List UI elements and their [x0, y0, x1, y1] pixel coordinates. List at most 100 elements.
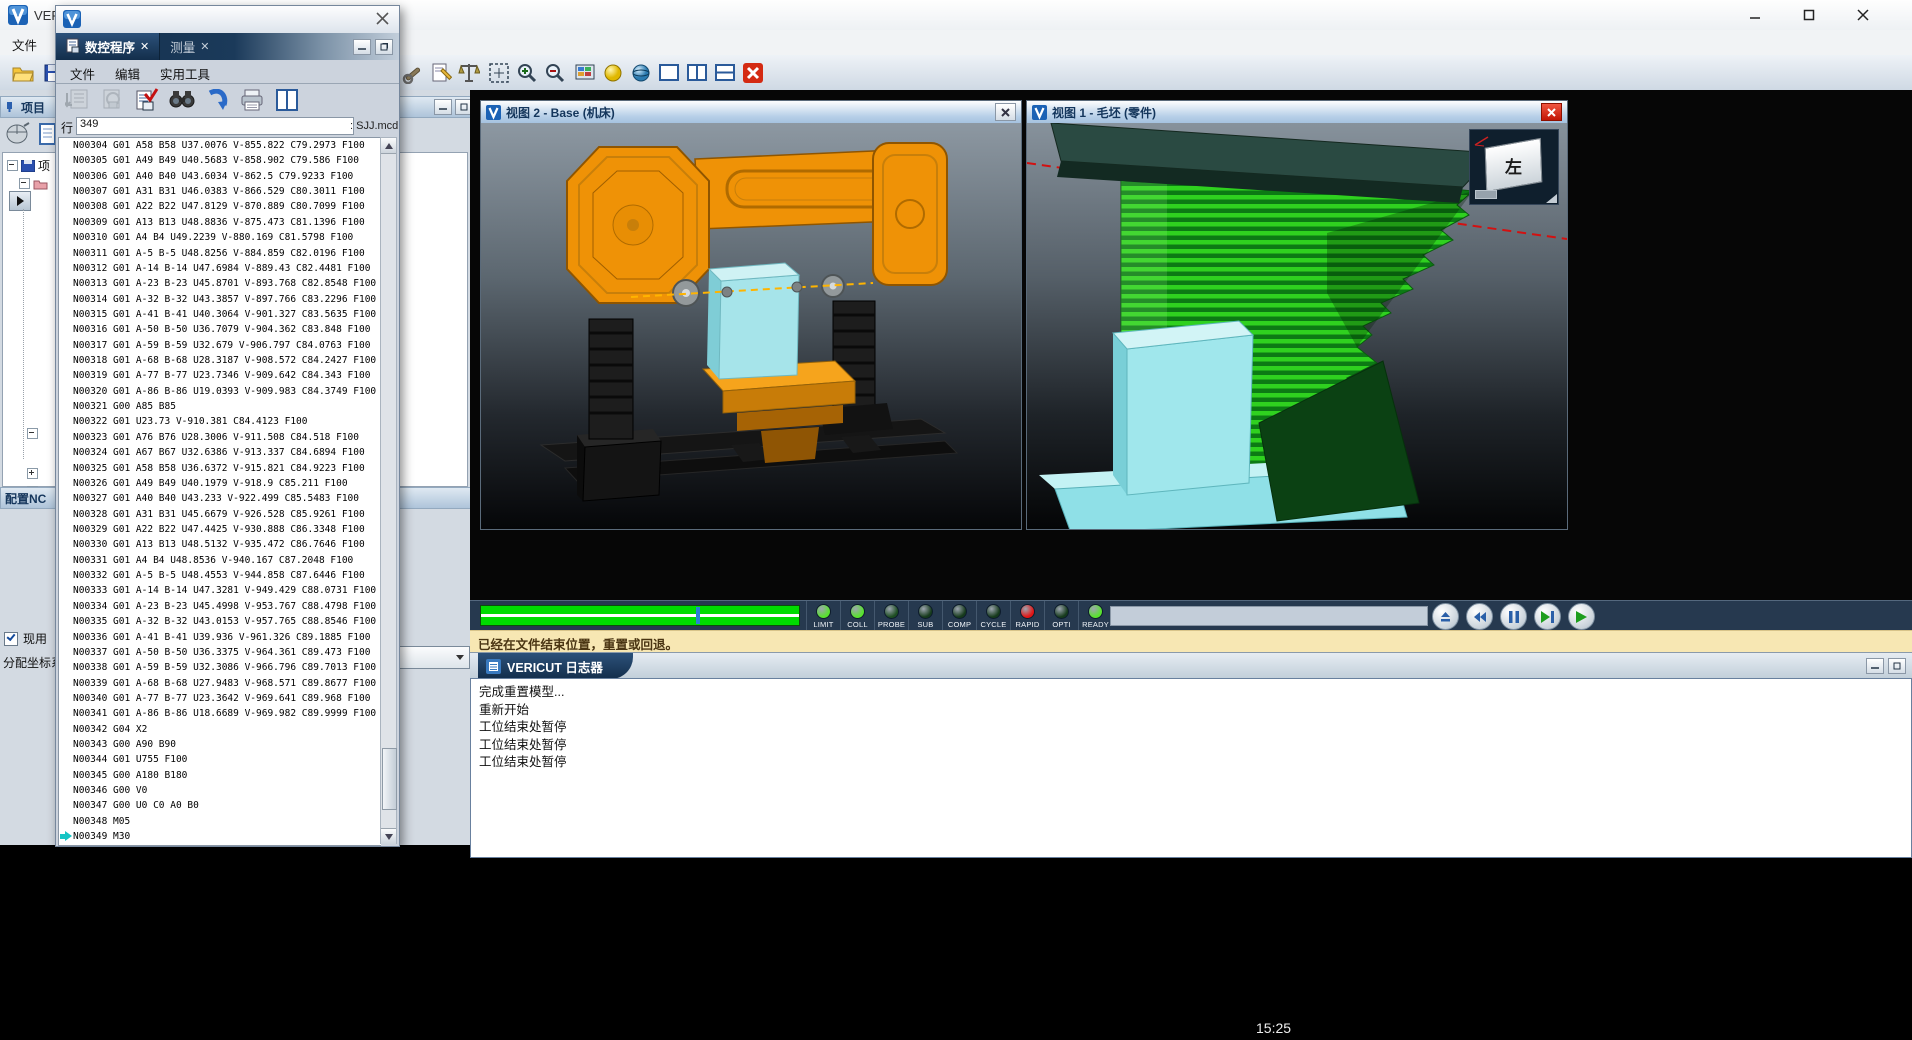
refine-display-icon[interactable] [572, 60, 597, 85]
nc-code-line[interactable]: N00328 G01 A31 B31 U45.6679 V-926.528 C8… [59, 507, 381, 522]
simulation-progress-bar[interactable] [480, 605, 800, 626]
view2-close-icon[interactable] [995, 103, 1016, 121]
scroll-up-icon[interactable] [381, 138, 396, 154]
view1-3d-scene[interactable]: 左 [1027, 123, 1567, 529]
nc-code-line[interactable]: N00342 G04 X2 [59, 722, 381, 737]
nc-code-line[interactable]: N00341 G01 A-86 B-86 U18.6689 V-969.982 … [59, 706, 381, 721]
logger-tab[interactable]: VERICUT 日志器 [478, 653, 633, 679]
nc-code-line[interactable]: N00349 M30 [59, 829, 381, 844]
menu-item[interactable]: 文件 [4, 34, 45, 55]
nc-menu-item[interactable]: 实用工具 [152, 63, 218, 84]
nc-code-line[interactable]: N00323 G01 A76 B76 U28.3006 V-911.508 C8… [59, 430, 381, 445]
nc-code-line[interactable]: N00332 G01 A-5 B-5 U48.4553 V-944.858 C8… [59, 568, 381, 583]
view2-3d-scene[interactable] [481, 123, 1021, 529]
nc-code-line[interactable]: N00312 G01 A-14 B-14 U47.6984 V-889.43 C… [59, 261, 381, 276]
tree-node-collapsed-1[interactable] [27, 425, 38, 442]
view1-titlebar[interactable]: 视图 1 - 毛坯 (零件) [1027, 101, 1567, 123]
nc-code-line[interactable]: N00309 G01 A13 B13 U48.8836 V-875.473 C8… [59, 215, 381, 230]
scrollbar-thumb[interactable] [382, 748, 397, 810]
mouse-mode-icon[interactable] [4, 122, 30, 151]
progress-marker[interactable] [696, 607, 700, 624]
nc-code-line[interactable]: N00344 G01 U755 F100 [59, 752, 381, 767]
tools-icon[interactable] [400, 60, 425, 85]
view1-close-icon[interactable] [1541, 103, 1562, 121]
collapse-icon[interactable] [19, 178, 30, 189]
zoom-in-icon[interactable] [514, 60, 539, 85]
nc-float-icon[interactable] [375, 39, 393, 55]
tab-close-icon[interactable] [140, 40, 149, 53]
tab-close-icon[interactable] [200, 40, 209, 53]
cube-face[interactable]: 左 [1485, 138, 1543, 192]
undo-icon[interactable] [204, 87, 230, 113]
nc-window-close-icon[interactable] [376, 12, 389, 30]
check-nc-icon[interactable] [134, 87, 160, 113]
nc-code-line[interactable]: N00338 G01 A-59 B-59 U32.3086 V-966.796 … [59, 660, 381, 675]
nc-code-line[interactable]: N00324 G01 A67 B67 U32.6386 V-913.337 C8… [59, 445, 381, 460]
collapse-icon[interactable] [7, 160, 18, 171]
goto-line-icon[interactable] [64, 87, 90, 113]
nc-code-line[interactable]: N00320 G01 A-86 B-86 U19.0393 V-909.983 … [59, 384, 381, 399]
nc-code-line[interactable]: N00315 G01 A-41 B-41 U40.3064 V-901.327 … [59, 307, 381, 322]
nc-code-line[interactable]: N00318 G01 A-68 B-68 U28.3187 V-908.572 … [59, 353, 381, 368]
single-view-icon[interactable] [656, 60, 681, 85]
nc-command-input[interactable] [1110, 606, 1428, 626]
logger-minimize-icon[interactable] [1866, 658, 1884, 674]
led-button[interactable]: COMP [942, 601, 976, 631]
orientation-cube[interactable]: 左 [1469, 129, 1559, 205]
nc-code-line[interactable]: N00346 G00 V0 [59, 783, 381, 798]
led-button[interactable]: RAPID [1010, 601, 1044, 631]
nc-code-line[interactable]: N00333 G01 A-14 B-14 U47.3281 V-949.429 … [59, 583, 381, 598]
measure-icon[interactable] [456, 60, 481, 85]
led-button[interactable]: OPTI [1044, 601, 1078, 631]
zoom-out-icon[interactable] [542, 60, 567, 85]
tree-play-button[interactable] [9, 191, 31, 211]
nc-minimize-icon[interactable] [353, 39, 371, 55]
nc-code-line[interactable]: N00330 G01 A13 B13 U48.5132 V-935.472 C8… [59, 537, 381, 552]
code-scrollbar[interactable] [380, 137, 397, 844]
nc-code-line[interactable]: N00314 G01 A-32 B-32 U43.3857 V-897.766 … [59, 292, 381, 307]
search-nc-icon[interactable] [99, 87, 125, 113]
logger-float-icon[interactable] [1888, 658, 1906, 674]
led-button[interactable]: READY [1078, 601, 1112, 631]
reset-button[interactable] [1432, 603, 1459, 630]
led-button[interactable]: PROBE [874, 601, 908, 631]
led-button[interactable]: CYCLE [976, 601, 1010, 631]
nc-code-line[interactable]: N00308 G01 A22 B22 U47.8129 V-870.889 C8… [59, 199, 381, 214]
nc-code-line[interactable]: N00307 G01 A31 B31 U46.0383 V-866.529 C8… [59, 184, 381, 199]
panel-minimize-icon[interactable] [434, 99, 452, 115]
nc-code-line[interactable]: N00306 G01 A40 B40 U43.6034 V-862.5 C79.… [59, 169, 381, 184]
pause-button[interactable] [1500, 603, 1527, 630]
split-horizontal-icon[interactable] [712, 60, 737, 85]
nc-code-line[interactable]: N00327 G01 A40 B40 U43.233 V-922.499 C85… [59, 491, 381, 506]
nc-code-line[interactable]: N00348 M05 [59, 814, 381, 829]
nc-window-titlebar[interactable] [56, 6, 399, 34]
logger-content[interactable]: 完成重置模型...重新开始工位结束处暂停工位结束处暂停工位结束处暂停 [470, 678, 1912, 858]
nc-code-line[interactable]: N00311 G01 A-5 B-5 U48.8256 V-884.859 C8… [59, 246, 381, 261]
nc-code-line[interactable]: N00317 G01 A-59 B-59 U32.679 V-906.797 C… [59, 338, 381, 353]
nc-code-line[interactable]: N00336 G01 A-41 B-41 U39.936 V-961.326 C… [59, 630, 381, 645]
compare-columns-icon[interactable] [274, 87, 300, 113]
nc-code-line[interactable]: N00321 G00 A85 B85 [59, 399, 381, 414]
zoom-window-icon[interactable] [486, 60, 511, 85]
nc-code-line[interactable]: N00337 G01 A-50 B-50 U36.3375 V-964.361 … [59, 645, 381, 660]
nc-code-line[interactable]: N00326 G01 A49 B49 U40.1979 V-918.9 C85.… [59, 476, 381, 491]
edit-program-icon[interactable] [428, 60, 453, 85]
nc-window-tab[interactable]: 数控程序 [56, 33, 160, 60]
nc-code-line[interactable]: N00339 G01 A-68 B-68 U27.9483 V-968.571 … [59, 676, 381, 691]
nc-code-line[interactable]: N00310 G01 A4 B4 U49.2239 V-880.169 C81.… [59, 230, 381, 245]
led-button[interactable]: COLL [840, 601, 874, 631]
dynamic-rotate-icon[interactable] [628, 60, 653, 85]
nc-code-line[interactable]: N00347 G00 U0 C0 A0 B0 [59, 798, 381, 813]
nc-window-tab[interactable]: 测量 [160, 33, 219, 60]
coord-system-dropdown[interactable] [398, 646, 470, 669]
print-icon[interactable] [239, 87, 265, 113]
nc-code-line[interactable]: N00335 G01 A-32 B-32 U43.0153 V-957.765 … [59, 614, 381, 629]
find-icon[interactable] [169, 87, 195, 113]
rewind-button[interactable] [1466, 603, 1493, 630]
play-button[interactable] [1568, 603, 1595, 630]
nc-code-area[interactable]: N00304 G01 A58 B58 U37.0076 V-855.822 C7… [58, 137, 381, 846]
open-project-icon[interactable] [10, 60, 35, 85]
nc-code-line[interactable]: N00340 G01 A-77 B-77 U23.3642 V-969.641 … [59, 691, 381, 706]
cube-dropdown-icon[interactable] [1546, 194, 1557, 203]
nc-code-line[interactable]: N00304 G01 A58 B58 U37.0076 V-855.822 C7… [59, 138, 381, 153]
